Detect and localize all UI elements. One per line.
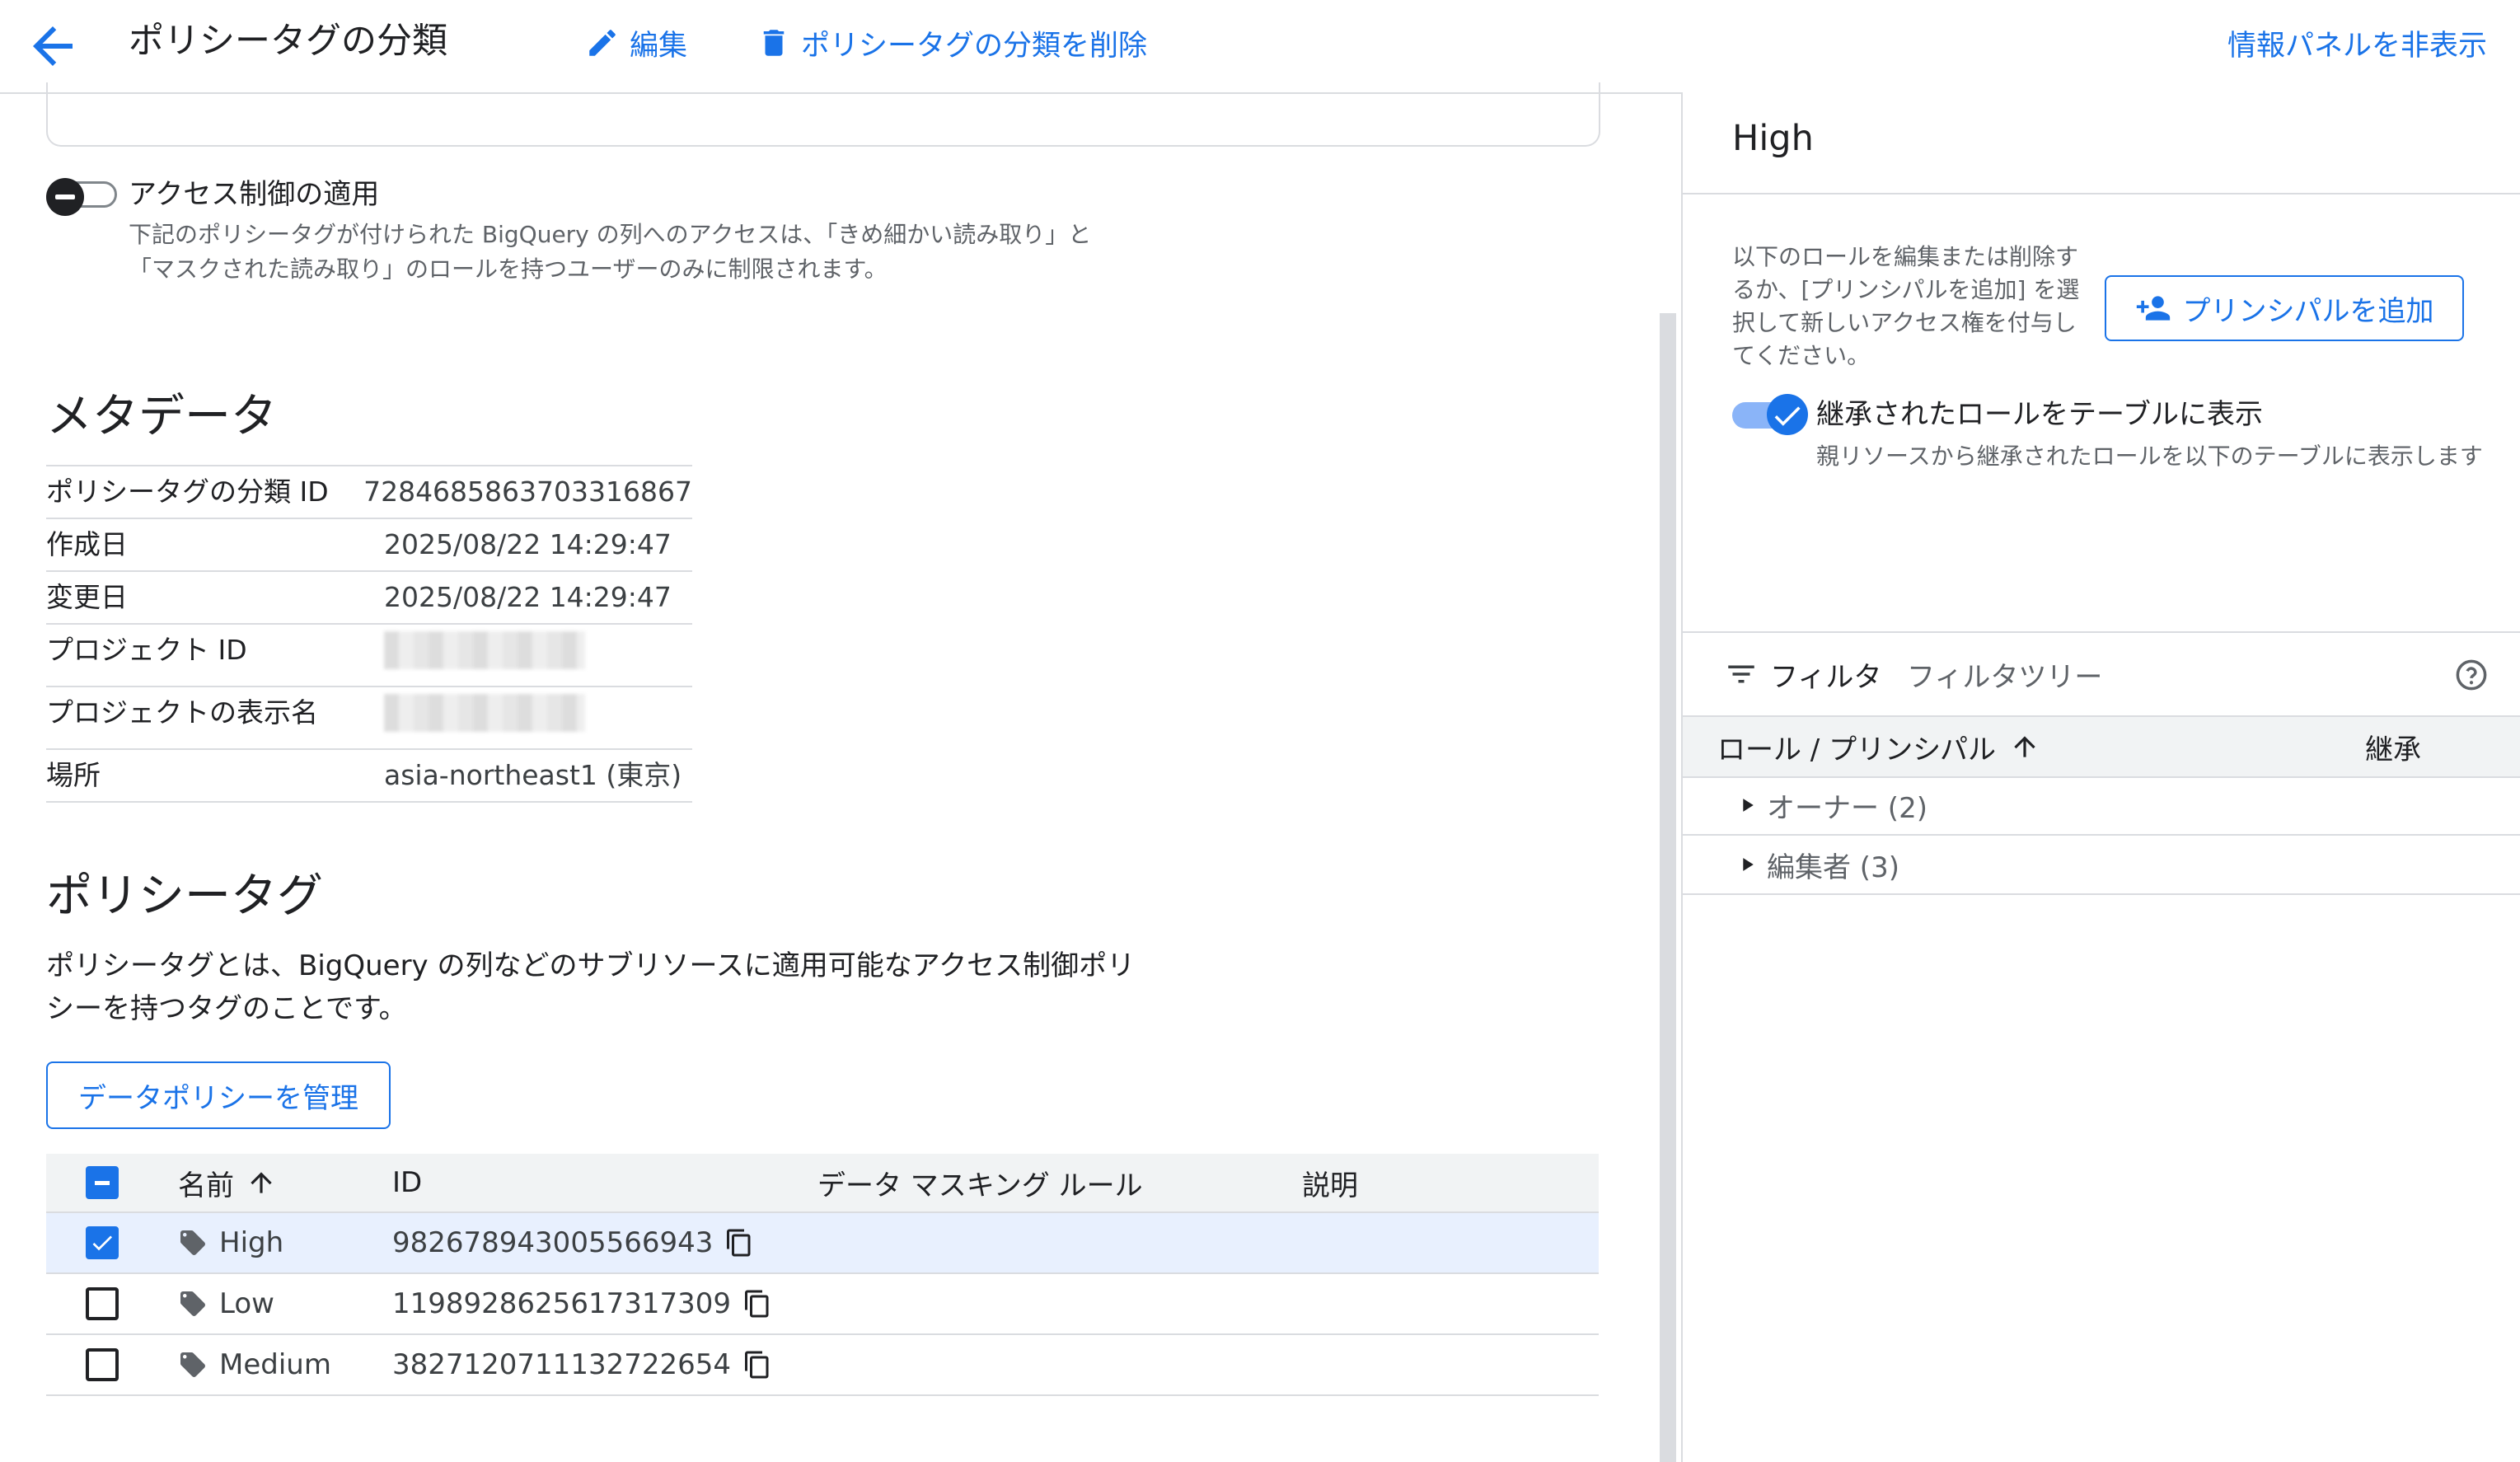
tag-id: 3827120711132722654 [392, 1348, 732, 1381]
column-description-header[interactable]: 説明 [1302, 1154, 1358, 1211]
toggle-knob [1767, 394, 1808, 435]
tag-id: 1198928625617317309 [392, 1287, 732, 1320]
tag-icon [180, 1352, 206, 1378]
column-masking-header[interactable]: データ マスキング ルール [817, 1154, 1143, 1211]
metadata-row: ポリシータグの分類 ID 7284685863703316867 [46, 466, 692, 519]
column-role-header[interactable]: ロール / プリンシパル [1717, 717, 2040, 776]
copy-icon[interactable] [724, 1228, 754, 1258]
metadata-key: 作成日 [46, 528, 128, 560]
metadata-key: 場所 [46, 759, 101, 791]
table-header: 名前 ID データ マスキング ルール 説明 [46, 1154, 1599, 1213]
divider [1683, 193, 2520, 194]
metadata-key: プロジェクトの表示名 [46, 696, 318, 729]
add-principal-button[interactable]: プリンシパルを追加 [2105, 275, 2464, 341]
metadata-row: 変更日 2025/08/22 14:29:47 [46, 572, 692, 625]
redacted-project-id [384, 631, 585, 669]
filter-label: フィルタ [1770, 660, 1882, 694]
filter-button[interactable]: フィルタ [1724, 649, 1881, 699]
tag-name: Medium [219, 1348, 331, 1381]
filter-icon [1728, 665, 1754, 683]
copy-icon[interactable] [742, 1350, 772, 1380]
help-icon[interactable] [2454, 658, 2489, 692]
description-field [46, 82, 1600, 147]
divider [1683, 631, 2520, 633]
metadata-value: asia-northeast1 (東京) [384, 759, 682, 791]
add-principal-label: プリンシパルを追加 [2182, 294, 2434, 328]
check-icon [1774, 406, 1801, 426]
role-label: 編集者 (3) [1767, 850, 1899, 884]
metadata-key: ポリシータグの分類 ID [46, 476, 329, 508]
show-inherited-label: 継承されたロールをテーブルに表示 [1816, 398, 2263, 431]
table-row[interactable]: Low 1198928625617317309 [46, 1274, 1599, 1335]
tag-name: High [219, 1226, 284, 1259]
row-checkbox[interactable] [86, 1348, 119, 1381]
role-label: オーナー (2) [1767, 791, 1927, 825]
metadata-value: 2025/08/22 14:29:47 [384, 528, 672, 560]
person-add-icon [2136, 296, 2170, 321]
back-button[interactable] [23, 16, 82, 76]
metadata-heading: メタデータ [46, 390, 277, 443]
metadata-row: 作成日 2025/08/22 14:29:47 [46, 519, 692, 572]
metadata-table: ポリシータグの分類 ID 7284685863703316867 作成日 202… [46, 465, 692, 803]
delete-taxonomy-button[interactable]: ポリシータグの分類を削除 [756, 18, 1147, 68]
row-checkbox[interactable] [86, 1287, 119, 1320]
trash-icon [763, 30, 785, 56]
toggle-knob [46, 178, 84, 216]
pencil-icon [589, 30, 616, 56]
tag-icon [180, 1230, 206, 1256]
filter-tree-input[interactable]: フィルタツリー [1907, 649, 2102, 699]
show-inherited-toggle[interactable] [1732, 394, 1808, 435]
arrow-up-icon [251, 1172, 272, 1193]
column-id-header[interactable]: ID [392, 1154, 422, 1211]
column-name-label: 名前 [178, 1169, 234, 1202]
hide-info-panel-button[interactable]: 情報パネルを非表示 [2227, 18, 2487, 68]
metadata-row: 場所 asia-northeast1 (東京) [46, 750, 692, 803]
page-title: ポリシータグの分類 [129, 21, 447, 62]
table-row[interactable]: Medium 3827120711132722654 [46, 1335, 1599, 1396]
metadata-key: プロジェクト ID [46, 634, 247, 666]
arrow-up-icon [2014, 736, 2035, 757]
metadata-value: 7284685863703316867 [363, 476, 692, 508]
tag-id: 982678943005566943 [392, 1226, 714, 1259]
expand-arrow-icon[interactable] [1731, 791, 1759, 819]
redacted-project-name [384, 694, 585, 732]
access-control-description: 下記のポリシータグが付けられた BigQuery の列へのアクセスは、「きめ細か… [129, 221, 1092, 283]
tag-name: Low [219, 1287, 274, 1320]
role-row[interactable]: 編集者 (3) [1683, 836, 2520, 895]
column-role-label: ロール / プリンシパル [1717, 733, 1997, 766]
policy-tags-table: 名前 ID データ マスキング ルール 説明 High 982678943005… [46, 1154, 1599, 1396]
metadata-value: 2025/08/22 14:29:47 [384, 581, 672, 613]
manage-data-policies-button[interactable]: データポリシーを管理 [46, 1061, 391, 1129]
policy-tags-heading: ポリシータグ [46, 869, 323, 923]
info-panel-title: High [1732, 118, 1814, 159]
edit-label: 編集 [630, 29, 688, 63]
metadata-row: プロジェクト ID [46, 625, 692, 687]
scrollbar-thumb[interactable] [1660, 313, 1676, 1462]
check-icon [92, 1235, 112, 1251]
policy-tags-description: ポリシータグとは、BigQuery の列などのサブリソースに適用可能なアクセス制… [46, 949, 1136, 1025]
role-row[interactable]: オーナー (2) [1683, 776, 2520, 836]
expand-arrow-icon[interactable] [1731, 850, 1759, 879]
table-row[interactable]: High 982678943005566943 [46, 1213, 1599, 1274]
show-inherited-description: 親リソースから継承されたロールを以下のテーブルに表示します [1816, 443, 2483, 470]
row-checkbox[interactable] [86, 1226, 119, 1259]
column-name-header[interactable]: 名前 [178, 1154, 277, 1211]
metadata-key: 変更日 [46, 581, 128, 613]
copy-icon[interactable] [742, 1289, 772, 1319]
tag-icon [180, 1291, 206, 1317]
metadata-row: プロジェクトの表示名 [46, 687, 692, 750]
access-control-label: アクセス制御の適用 [129, 178, 380, 211]
metadata-value [384, 625, 692, 686]
access-control-toggle[interactable] [46, 178, 120, 216]
roles-table-header: ロール / プリンシパル 継承 [1683, 715, 2520, 778]
column-inherited-header[interactable]: 継承 [2365, 717, 2421, 776]
hide-info-panel-label: 情報パネルを非表示 [2227, 29, 2487, 63]
select-all-checkbox[interactable] [86, 1166, 119, 1199]
delete-taxonomy-label: ポリシータグの分類を削除 [801, 29, 1148, 63]
info-panel-description: 以下のロールを編集または削除するか、[プリンシパルを追加] を選択して新しいアク… [1732, 243, 2080, 369]
edit-button[interactable]: 編集 [585, 18, 687, 68]
metadata-value [384, 687, 692, 748]
arrow-back-icon [33, 26, 73, 66]
